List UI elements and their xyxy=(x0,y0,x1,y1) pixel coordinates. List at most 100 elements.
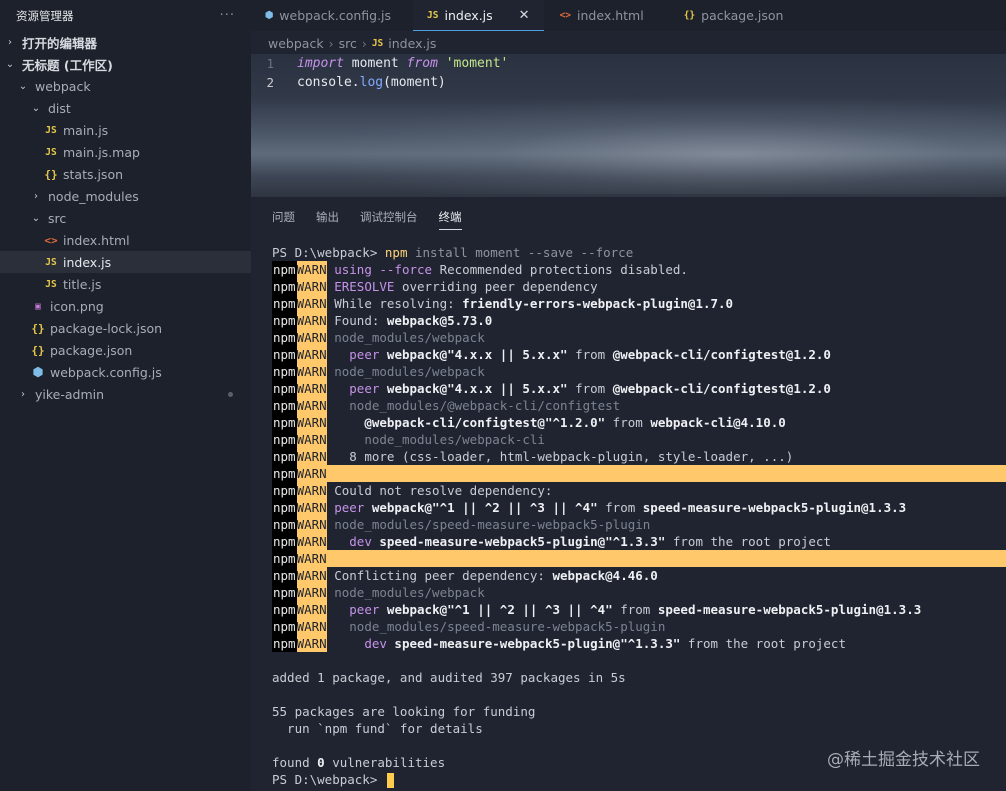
editor-tabs: ⬢ webpack.config.js JS index.js ✕ <> index.htm… xyxy=(251,0,1006,31)
tab-label: webpack.config.js xyxy=(279,8,392,23)
terminal-line: npmWARN Found: webpack@5.73.0 xyxy=(272,312,1006,329)
panel-tab[interactable]: 输出 xyxy=(316,206,339,230)
log-segment xyxy=(334,347,349,362)
tree-item[interactable]: JS main.js.map xyxy=(0,141,251,163)
prompt: PS D:\webpack> xyxy=(272,245,385,260)
log-segment: webpack@"^1 || ^2 || ^3 || ^4" xyxy=(379,602,613,617)
js-file-icon: JS xyxy=(45,278,57,290)
tree-item[interactable]: ⌄ dist xyxy=(0,97,251,119)
tree-item-label: yike-admin xyxy=(35,386,105,402)
log-segment: 8 more (css-loader, html-webpack-plugin,… xyxy=(334,449,794,464)
terminal-line: npmWARN peer webpack@"^1 || ^2 || ^3 || … xyxy=(272,499,1006,516)
npm-tag: npm xyxy=(272,380,297,397)
log-segment: While resolving: xyxy=(334,296,463,311)
log-segment: webpack@4.46.0 xyxy=(552,568,658,583)
tree-item[interactable]: JS main.js xyxy=(0,119,251,141)
line-number: 2 xyxy=(266,75,274,90)
log-segment: node_modules/webpack-cli xyxy=(334,432,545,447)
tree-item[interactable]: JS title.js xyxy=(0,273,251,295)
terminal[interactable]: PS D:\webpack> npm install moment --save… xyxy=(272,244,1006,788)
panel-tab[interactable]: 调试控制台 xyxy=(360,206,418,230)
tree-item[interactable]: ⬢ webpack.config.js xyxy=(0,361,251,383)
tree-item[interactable]: › 打开的编辑器 xyxy=(0,31,251,53)
panel-tab[interactable]: 终端 xyxy=(438,206,462,230)
tree-item-label: icon.png xyxy=(50,298,104,314)
html-file-icon: <> xyxy=(44,233,58,247)
js-file-icon: JS xyxy=(427,9,439,21)
command-args: install moment --save --force xyxy=(407,245,634,260)
log-segment: ERESOLVE xyxy=(334,279,395,294)
npm-tag: npm xyxy=(272,567,297,584)
breadcrumb-item[interactable]: webpack xyxy=(268,36,324,51)
tree-item-label: index.html xyxy=(63,232,130,248)
breadcrumb-item[interactable]: index.js xyxy=(388,36,436,51)
warn-tag: WARN xyxy=(296,363,327,380)
tree-item[interactable]: ⌄ 无标题 (工作区) xyxy=(0,53,251,75)
terminal-line: npmWARN Conflicting peer dependency: web… xyxy=(272,567,1006,584)
terminal-line: PS D:\webpack> xyxy=(272,771,1006,788)
tab-index-html[interactable]: <> index.html xyxy=(546,0,658,31)
tab-index-js[interactable]: JS index.js ✕ xyxy=(413,0,544,31)
tree-item[interactable]: ▣ icon.png xyxy=(0,295,251,317)
code-line[interactable]: 1 import moment from 'moment' xyxy=(251,54,508,73)
code-editor[interactable]: 1 import moment from 'moment' 2 console.log… xyxy=(251,54,1006,197)
editor-background-image xyxy=(311,94,1006,194)
warn-tag: WARN xyxy=(296,533,327,550)
warn-tag: WARN xyxy=(296,499,327,516)
log-segment: @webpack-cli/configtest@1.2.0 xyxy=(612,347,831,362)
code-token: 'moment' xyxy=(437,56,509,71)
log-segment: Conflicting peer dependency: xyxy=(334,568,553,583)
terminal-line: npmWARN 8 more (css-loader, html-webpack… xyxy=(272,448,1006,465)
terminal-cursor xyxy=(386,773,394,788)
log-segment xyxy=(334,415,364,430)
tree-item[interactable]: › node_modules xyxy=(0,185,251,207)
close-icon[interactable]: ✕ xyxy=(519,8,530,23)
tree-item[interactable]: {} stats.json xyxy=(0,163,251,185)
log-segment xyxy=(334,534,349,549)
log-segment: node_modules/webpack xyxy=(334,364,485,379)
chevron-down-icon: ⌄ xyxy=(31,212,41,224)
log-segment: overriding peer dependency xyxy=(394,279,598,294)
tree-item[interactable]: ⌄ webpack xyxy=(0,75,251,97)
npm-tag: npm xyxy=(272,448,297,465)
log-segment: node_modules/webpack xyxy=(334,330,485,345)
tree-item[interactable]: › yike-admin xyxy=(0,383,251,405)
warn-tag: WARN xyxy=(296,618,327,635)
log-segment: speed-measure-webpack5-plugin@"^1.3.3" xyxy=(386,636,681,651)
wp-file-icon: ⬢ xyxy=(32,365,44,379)
tab-label: package.json xyxy=(701,8,784,23)
code-token: from xyxy=(406,56,438,71)
npm-tag: npm xyxy=(272,414,297,431)
tree-item[interactable]: {} package.json xyxy=(0,339,251,361)
tree-item[interactable]: {} package-lock.json xyxy=(0,317,251,339)
tab-webpack-config-js[interactable]: ⬢ webpack.config.js xyxy=(251,0,405,31)
log-segment: Recommended protections disabled. xyxy=(432,262,688,277)
panel-tab[interactable]: 问题 xyxy=(272,206,295,230)
chevron-down-icon: ⌄ xyxy=(5,58,15,70)
code-line[interactable]: 2 console.log(moment) xyxy=(251,73,445,92)
terminal-line: npmWARN @webpack-cli/configtest@"^1.2.0"… xyxy=(272,414,1006,431)
explorer-title: 资源管理器 xyxy=(16,8,74,23)
more-actions-icon[interactable]: ··· xyxy=(220,8,235,23)
tree-item[interactable]: JS index.js xyxy=(0,251,251,273)
log-segment: from the root project xyxy=(665,534,831,549)
npm-tag: npm xyxy=(272,329,297,346)
log-segment: using --force xyxy=(334,262,433,277)
json-file-icon: {} xyxy=(44,167,58,181)
prompt: PS D:\webpack> xyxy=(272,772,385,787)
log-segment: from xyxy=(612,602,658,617)
terminal-line: npmWARN node_modules/speed-measure-webpa… xyxy=(272,618,1006,635)
log-segment: peer xyxy=(349,381,380,396)
warn-tag: WARN xyxy=(296,516,327,533)
log-segment: Could not resolve dependency: xyxy=(334,483,553,498)
tab-package-json[interactable]: {} package.json xyxy=(670,0,798,31)
tree-item[interactable]: <> index.html xyxy=(0,229,251,251)
tree-item-label: dist xyxy=(48,100,71,116)
tree-item[interactable]: ⌄ src xyxy=(0,207,251,229)
code-token: import xyxy=(297,56,344,71)
terminal-line: npmWARN ERESOLVE overriding peer depende… xyxy=(272,278,1006,295)
tree-item-label: node_modules xyxy=(48,188,139,204)
breadcrumb-item[interactable]: src xyxy=(339,36,357,51)
log-segment: peer xyxy=(349,347,380,362)
tab-label: index.js xyxy=(444,7,493,23)
